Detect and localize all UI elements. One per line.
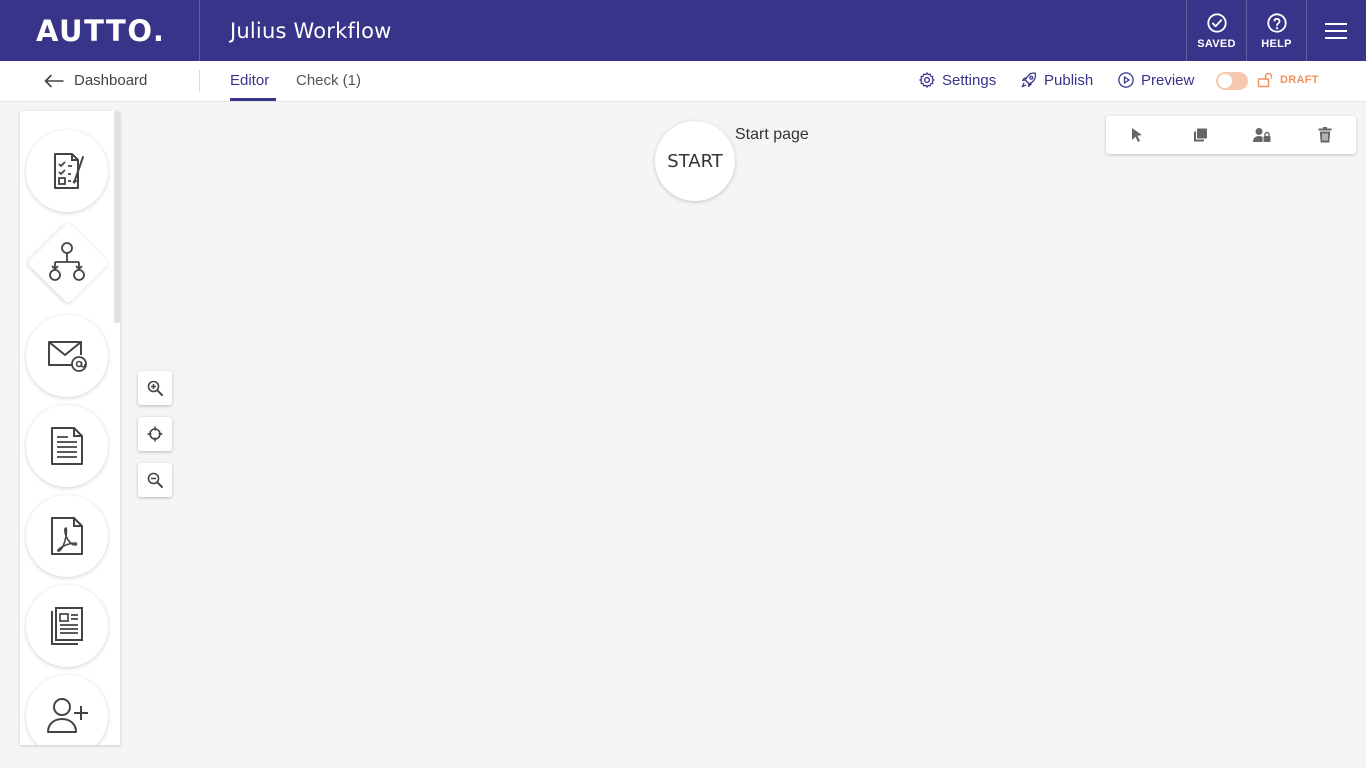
palette-add-user-item[interactable]	[26, 675, 108, 745]
preview-button[interactable]: Preview	[1117, 71, 1194, 89]
delete-tool-button[interactable]	[1294, 116, 1356, 154]
form-icon	[54, 153, 84, 189]
branch-icon	[49, 242, 85, 281]
divider	[199, 0, 200, 61]
play-circle-icon	[1118, 72, 1134, 88]
divider	[199, 70, 200, 92]
pdf-icon	[51, 517, 83, 555]
start-node-caption: Start page	[735, 126, 809, 143]
help-circle-icon	[1266, 12, 1287, 33]
help-label: HELP	[1261, 37, 1292, 50]
help-button[interactable]: HELP	[1247, 0, 1306, 61]
crosshair-icon	[147, 426, 163, 442]
settings-label: Settings	[942, 71, 997, 89]
check-circle-icon	[1206, 12, 1227, 33]
arrow-left-icon	[44, 74, 64, 87]
email-icon	[48, 341, 87, 372]
add-user-icon	[47, 698, 88, 733]
saved-label: SAVED	[1197, 37, 1236, 50]
back-label: Dashboard	[74, 72, 148, 89]
saved-status-button[interactable]: SAVED	[1187, 0, 1246, 61]
logo: AUTTO.	[36, 14, 166, 48]
toggle-knob	[1218, 74, 1232, 88]
menu-button[interactable]	[1306, 0, 1366, 61]
palette-form-item[interactable]	[26, 130, 108, 212]
palette-newsletter-item[interactable]	[26, 585, 108, 667]
unlock-icon	[1257, 72, 1273, 88]
draft-status: DRAFT	[1257, 72, 1319, 88]
copy-icon	[1194, 128, 1207, 142]
zoom-out-button[interactable]	[138, 463, 172, 497]
palette-scrollbar[interactable]	[114, 111, 120, 323]
publish-button[interactable]: Publish	[1020, 71, 1093, 89]
preview-label: Preview	[1141, 71, 1195, 89]
permissions-tool-button[interactable]	[1231, 116, 1293, 154]
zoom-out-icon	[147, 472, 163, 488]
zoom-in-button[interactable]	[138, 371, 172, 405]
back-to-dashboard-link[interactable]: Dashboard	[44, 72, 147, 89]
canvas-toolbar	[1106, 116, 1356, 154]
palette-document-item[interactable]	[26, 405, 108, 487]
draft-label: DRAFT	[1280, 74, 1319, 86]
workflow-title: Julius Workflow	[230, 19, 392, 43]
trash-icon	[1318, 127, 1332, 143]
select-tool-button[interactable]	[1106, 116, 1168, 154]
gear-icon	[919, 72, 935, 88]
tab-editor[interactable]: Editor	[230, 72, 269, 89]
node-palette	[20, 111, 120, 745]
start-node[interactable]: START	[655, 121, 735, 201]
rocket-icon	[1021, 72, 1037, 88]
user-lock-icon	[1253, 128, 1271, 142]
center-view-button[interactable]	[138, 417, 172, 451]
palette-branch-item[interactable]	[26, 221, 108, 303]
cursor-icon	[1132, 128, 1142, 142]
duplicate-tool-button[interactable]	[1169, 116, 1231, 154]
hamburger-icon	[1325, 22, 1347, 39]
active-tab-indicator	[230, 98, 276, 101]
tab-check[interactable]: Check (1)	[296, 72, 361, 89]
newsletter-icon	[51, 607, 83, 645]
document-icon	[51, 427, 83, 465]
palette-email-item[interactable]	[26, 315, 108, 397]
top-bar: AUTTO. Julius Workflow SAVED HELP	[0, 0, 1366, 61]
zoom-in-icon	[147, 380, 163, 396]
palette-pdf-item[interactable]	[26, 495, 108, 577]
publish-label: Publish	[1044, 71, 1094, 89]
draft-toggle[interactable]	[1216, 72, 1248, 90]
sub-bar: Dashboard Editor Check (1) Settings Publ…	[0, 61, 1366, 102]
settings-button[interactable]: Settings	[918, 71, 996, 89]
